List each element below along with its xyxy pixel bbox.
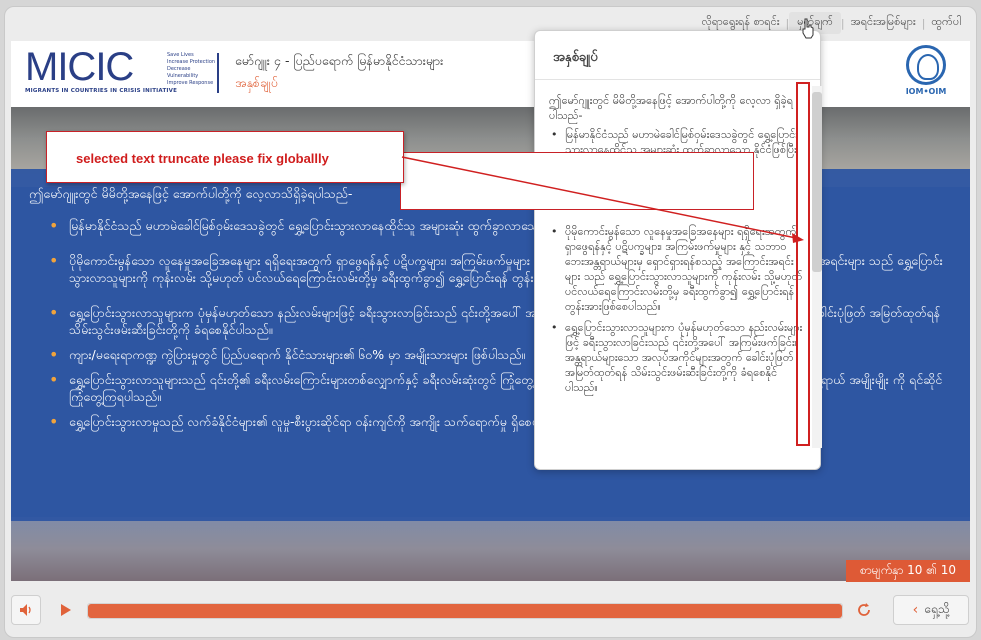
popup-divider [535,79,820,80]
nav-resources-link[interactable]: အရင်းအမြစ်များ [845,15,922,31]
bullet-icon: • [49,345,59,364]
play-button[interactable] [51,595,81,625]
speaker-icon [20,604,31,616]
annotation-callout: selected text truncate please fix global… [46,131,404,183]
scrollbar-thumb[interactable] [812,92,822,272]
popup-list-item: ရွှေ့ပြောင်းသွားလာသူများက ပုံမှန်မဟုတ်သေ… [549,320,807,395]
bullet-icon: • [49,216,59,235]
popup-title: အနှစ်ချုပ် [553,50,598,65]
tagline-line: Decrease Vulnerability [167,66,199,79]
logo-tagline: Save Lives Increase Protection Decrease … [167,52,219,87]
annotation-highlight-text [400,152,754,210]
tagline-line: Save Lives [167,52,194,58]
popup-intro: ဤမော်ဂျူးတွင် မိမိတို့အနေဖြင့် အောက်ပါတိ… [549,94,794,122]
tagline-line: Increase Protection [167,59,216,65]
bullet-icon: • [49,251,59,270]
globe-icon [906,45,946,85]
play-icon [61,604,71,616]
logo-text: MICIC [25,45,134,89]
hand-cursor-icon [802,18,814,39]
replay-button[interactable] [849,595,879,625]
popup-body[interactable]: ဤမော်ဂျူးတွင် မိမိတို့အနေဖြင့် အောက်ပါတိ… [549,93,807,463]
list-item-text: ကျား/မရေးရာကဏ္ဍ ကွဲပြားမှုတွင် ပြည်ပရောက… [69,347,526,362]
page-counter: စာမျက်နှာ 10 ၏ 10 [846,560,970,582]
background-photo-bottom [11,517,970,581]
prev-button-label: ရှေ့သို့ [924,602,950,616]
volume-button[interactable] [11,595,41,625]
tagline-line: Improve Response [167,80,214,86]
annotation-highlight-box [796,82,810,446]
header-divider [217,53,219,93]
iom-logo: IOM•OIM [896,45,956,103]
logo-subtitle: MIGRANTS IN COUNTRIES IN CRISIS INITIATI… [25,88,178,94]
player-controls: ‹ ရှေ့သို့ [11,595,971,627]
summary-intro: ဤမော်ဂျူးတွင် မိမိတို့အနေဖြင့် အောက်ပါတိ… [29,186,353,201]
bullet-icon: • [49,303,59,322]
replay-icon [858,603,870,616]
chevron-left-icon: ‹ [912,602,919,618]
list-item-text: ရွှေ့ပြောင်းသွားလာမှုသည် လက်ခံနိုင်ငံမျာ… [69,414,570,429]
bullet-icon: • [49,370,59,389]
progress-bar[interactable] [87,603,843,619]
popup-list-item: ပိုမိုကောင်းမွန်သော လူနေမှုအခြေအနေများ ရ… [549,224,807,314]
nav-menu-link[interactable]: လိုရာရွေးရန် စာရင်း [696,15,786,31]
nav-exit-link[interactable]: ထွက်ပါ [925,15,967,31]
slide-subtitle: အနှစ်ချုပ် [235,75,278,90]
annotation-text: selected text truncate please fix global… [76,151,329,166]
progress-fill [88,604,842,618]
slide: MICIC Save Lives Increase Protection Dec… [11,41,970,581]
micic-logo: MICIC Save Lives Increase Protection Dec… [25,45,215,94]
notes-popup[interactable]: အနှစ်ချုပ် ဤမော်ဂျူးတွင် မိမိတို့အနေဖြင့… [534,30,821,470]
slide-header: MICIC Save Lives Increase Protection Dec… [11,41,970,107]
iom-label: IOM•OIM [905,87,947,96]
slide-title: မော်ဂျူး ၄ - ပြည်ပရောက် မြန်မာနိုင်ငံသား… [235,53,444,68]
prev-button[interactable]: ‹ ရှေ့သို့ [893,595,969,625]
bullet-icon: • [49,412,59,431]
